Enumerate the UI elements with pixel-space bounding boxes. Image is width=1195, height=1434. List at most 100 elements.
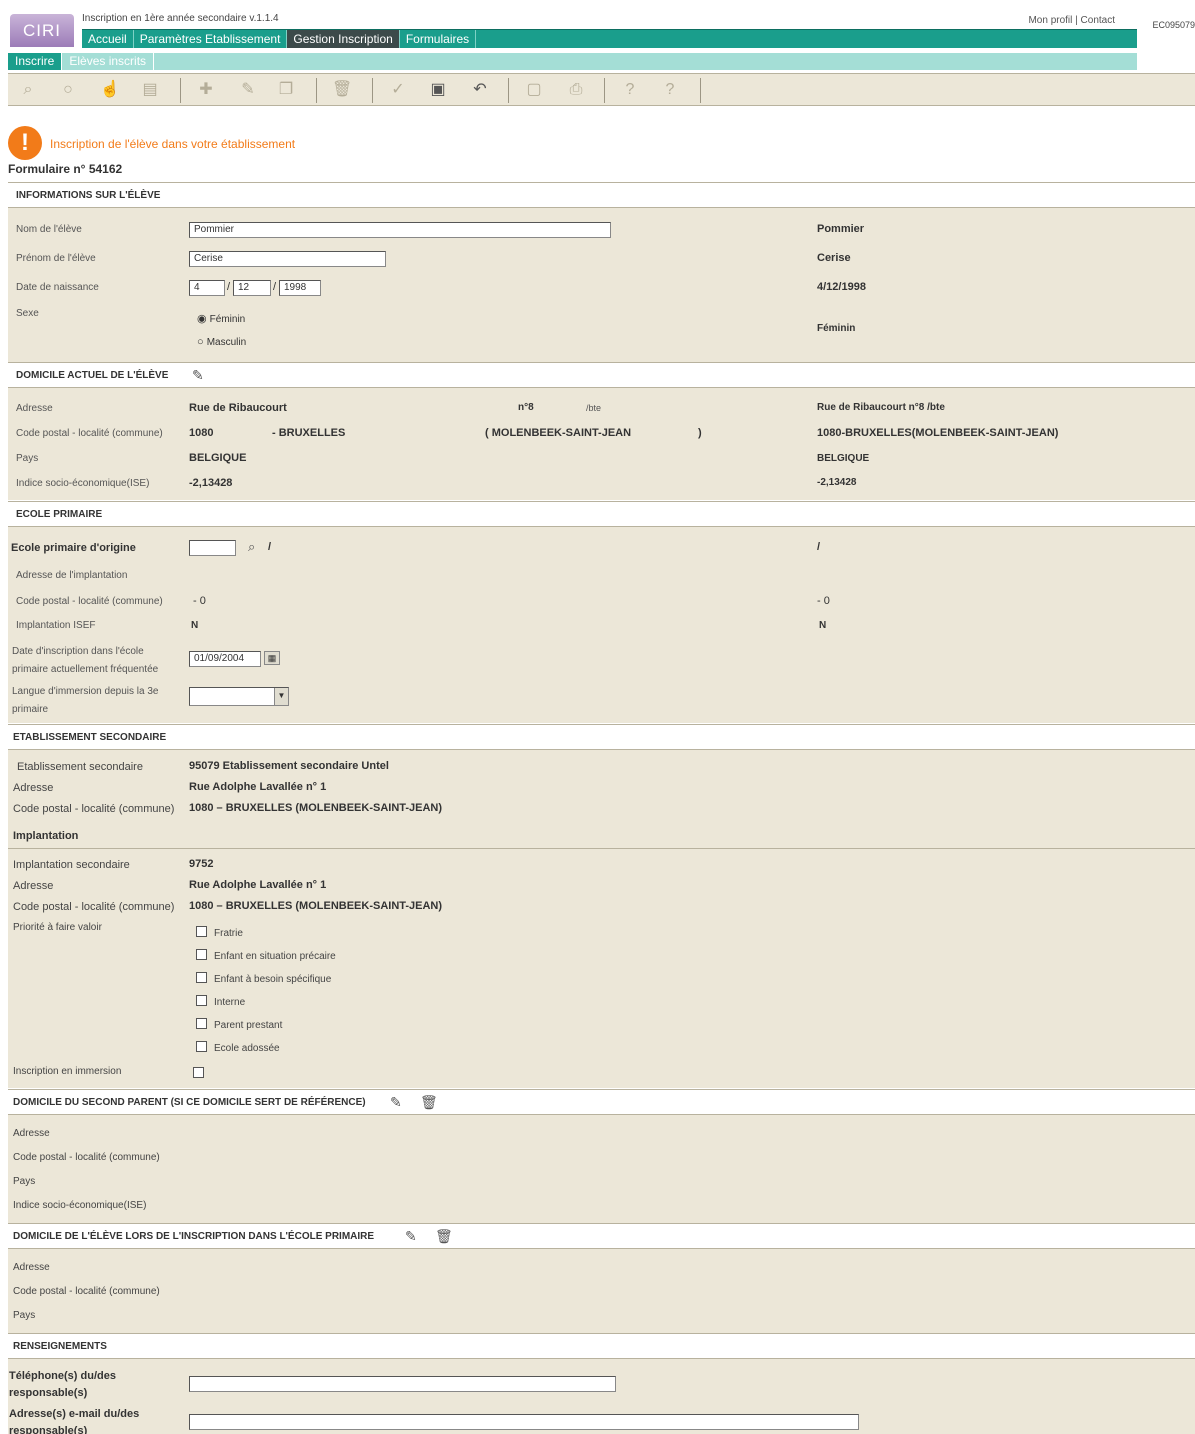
radio-masculin[interactable]: ○ Masculin bbox=[197, 336, 246, 348]
add-icon[interactable]: ✚ bbox=[196, 80, 216, 100]
warning-text: Inscription de l'élève dans votre établi… bbox=[50, 137, 296, 151]
delete-domicile-primaire-icon[interactable]: 🗑 bbox=[435, 1228, 453, 1245]
label-dp-adresse: Adresse bbox=[13, 1262, 50, 1273]
telephone-input[interactable] bbox=[189, 1376, 616, 1392]
top-links[interactable]: Mon profil | Contact bbox=[1028, 15, 1115, 26]
edit-domicile-primaire-icon[interactable]: ✎ bbox=[405, 1228, 417, 1245]
undo-icon[interactable]: ↶ bbox=[470, 80, 490, 100]
label-date-inscription: Date d'inscription dans l'école primaire… bbox=[12, 646, 159, 675]
label-langue: Langue d'immersion depuis la 3e primaire bbox=[12, 686, 159, 715]
preview-icon[interactable]: ▢ bbox=[524, 80, 544, 100]
date-inscription-input[interactable]: 01/09/2004 bbox=[189, 651, 261, 667]
section-header-primaire: ECOLE PRIMAIRE bbox=[8, 501, 1195, 527]
pointer-icon[interactable]: ☝ bbox=[100, 80, 120, 100]
localite-value: - BRUXELLES bbox=[272, 427, 346, 439]
panel-secondaire: Etablissement secondaire 95079 Etablisse… bbox=[8, 750, 1195, 1088]
label-situation-precaire: Enfant en situation précaire bbox=[214, 951, 336, 962]
checkbox-besoin-specifique[interactable] bbox=[196, 972, 207, 983]
label-dp-pays: Pays bbox=[13, 1310, 36, 1321]
save-icon[interactable]: ▣ bbox=[428, 80, 448, 100]
nav-accueil[interactable]: Accueil bbox=[82, 30, 134, 48]
check-icon[interactable]: ✓ bbox=[388, 80, 408, 100]
prenom-input[interactable]: Cerise bbox=[189, 251, 386, 267]
panel-primaire: Ecole primaire d'origine ⌕ / / Adresse d… bbox=[8, 527, 1195, 723]
pays-value: BELGIQUE bbox=[189, 452, 247, 464]
dob-sep-2: / bbox=[273, 281, 277, 293]
cp-value: 1080 bbox=[189, 427, 214, 439]
help-doc-icon[interactable]: ? bbox=[660, 80, 680, 100]
nom-input[interactable]: Pommier bbox=[189, 222, 611, 238]
dob-month-input[interactable]: 12 bbox=[233, 280, 271, 296]
edit-domicile-icon[interactable]: ✎ bbox=[192, 367, 204, 384]
dob-year-input[interactable]: 1998 bbox=[279, 280, 321, 296]
checkbox-immersion[interactable] bbox=[193, 1067, 204, 1078]
label-fratrie: Fratrie bbox=[214, 928, 243, 939]
label-prenom: Prénom de l'élève bbox=[16, 253, 96, 264]
label-nom: Nom de l'élève bbox=[16, 224, 82, 235]
search-icon[interactable]: ○ bbox=[58, 80, 78, 100]
label-isef: Implantation ISEF bbox=[16, 620, 96, 631]
label-cp-primaire: Code postal - localité (commune) bbox=[16, 596, 163, 607]
adresse-etab-value: Rue Adolphe Lavallée n° 1 bbox=[189, 781, 327, 793]
binoculars-search-icon[interactable]: ⌕ bbox=[248, 539, 255, 555]
section-header-second-parent: DOMICILE DU SECOND PARENT (SI CE DOMICIL… bbox=[8, 1089, 1195, 1115]
email-input[interactable] bbox=[189, 1414, 859, 1430]
edit-second-parent-icon[interactable]: ✎ bbox=[390, 1094, 402, 1111]
checkbox-parent-prestant[interactable] bbox=[196, 1018, 207, 1029]
help-icon[interactable]: ? bbox=[620, 80, 640, 100]
calendar-icon[interactable]: ▦ bbox=[264, 651, 280, 665]
checkbox-ecole-adossee[interactable] bbox=[196, 1041, 207, 1052]
label-email: Adresse(s) e-mail du/des responsable(s) bbox=[9, 1408, 140, 1434]
app-logo[interactable]: CIRI bbox=[10, 14, 74, 47]
cp-display: 1080-BRUXELLES(MOLENBEEK-SAINT-JEAN) bbox=[817, 427, 1059, 439]
panel-domicile-primaire: Adresse Code postal - localité (commune)… bbox=[8, 1249, 1195, 1333]
origine-input[interactable] bbox=[189, 540, 236, 556]
nav-parametres-etablissement[interactable]: Paramètres Etablissement bbox=[134, 30, 288, 48]
nav-gestion-inscription[interactable]: Gestion Inscription bbox=[287, 30, 400, 48]
isef-value: N bbox=[191, 620, 199, 631]
label-sexe: Sexe bbox=[16, 308, 39, 319]
radio-masculin-dot: ○ bbox=[197, 336, 204, 348]
section-header-secondaire: ETABLISSEMENT SECONDAIRE bbox=[8, 724, 1195, 750]
label-cp: Code postal - localité (commune) bbox=[16, 428, 163, 439]
label-adresse: Adresse bbox=[16, 403, 53, 414]
subnav-eleves-inscrits[interactable]: Elèves inscrits bbox=[62, 53, 155, 70]
label-impl: Implantation secondaire bbox=[13, 859, 130, 871]
ise-value: -2,13428 bbox=[189, 477, 233, 489]
delete-second-parent-icon[interactable]: 🗑 bbox=[420, 1094, 438, 1111]
adresse-display: Rue de Ribaucourt n°8 /bte bbox=[817, 402, 945, 413]
user-code: EC095079 bbox=[1152, 20, 1195, 30]
edit-icon[interactable]: ✎ bbox=[238, 80, 258, 100]
copy-icon[interactable]: ❐ bbox=[276, 80, 296, 100]
label-adresse-impl: Adresse de l'implantation bbox=[16, 570, 128, 581]
checkbox-situation-precaire[interactable] bbox=[196, 949, 207, 960]
commune-value: ( MOLENBEEK-SAINT-JEAN bbox=[485, 427, 632, 439]
subnav-inscrire[interactable]: Inscrire bbox=[8, 53, 63, 70]
nav-formulaires[interactable]: Formulaires bbox=[400, 30, 477, 48]
chevron-down-icon: ▼ bbox=[274, 688, 288, 705]
checkbox-interne[interactable] bbox=[196, 995, 207, 1006]
etab-value: 95079 Etablissement secondaire Untel bbox=[189, 760, 389, 772]
adresse-bte: /bte bbox=[586, 403, 602, 413]
checkbox-fratrie[interactable] bbox=[196, 926, 207, 937]
label-cp-impl: Code postal - localité (commune) bbox=[13, 901, 175, 913]
prenom-display: Cerise bbox=[817, 252, 851, 264]
dob-display: 4/12/1998 bbox=[817, 281, 866, 293]
sub-nav: Inscrire Elèves inscrits bbox=[8, 53, 1137, 70]
panel-second-parent: Adresse Code postal - localité (commune)… bbox=[8, 1115, 1195, 1223]
panel-renseignements: Téléphone(s) du/des responsable(s) Adres… bbox=[8, 1359, 1195, 1434]
document-icon[interactable]: ▤ bbox=[140, 80, 160, 100]
label-pays: Pays bbox=[16, 453, 39, 464]
trash-icon[interactable]: 🗑 bbox=[332, 80, 352, 100]
origine-sep: / bbox=[268, 541, 272, 553]
radio-feminin[interactable]: ◉ Féminin bbox=[197, 312, 245, 325]
print-icon[interactable]: ⎙ bbox=[566, 80, 586, 100]
dob-day-input[interactable]: 4 bbox=[189, 280, 225, 296]
label-dp-cp: Code postal - localité (commune) bbox=[13, 1286, 160, 1297]
warning-icon: ! bbox=[8, 126, 42, 160]
implantation-title: Implantation bbox=[13, 830, 79, 842]
label-besoin-specifique: Enfant à besoin spécifique bbox=[214, 974, 332, 985]
binoculars-icon[interactable]: ⌕ bbox=[18, 80, 38, 100]
langue-select[interactable]: ▼ bbox=[189, 687, 289, 706]
pays-display: BELGIQUE bbox=[817, 453, 870, 464]
